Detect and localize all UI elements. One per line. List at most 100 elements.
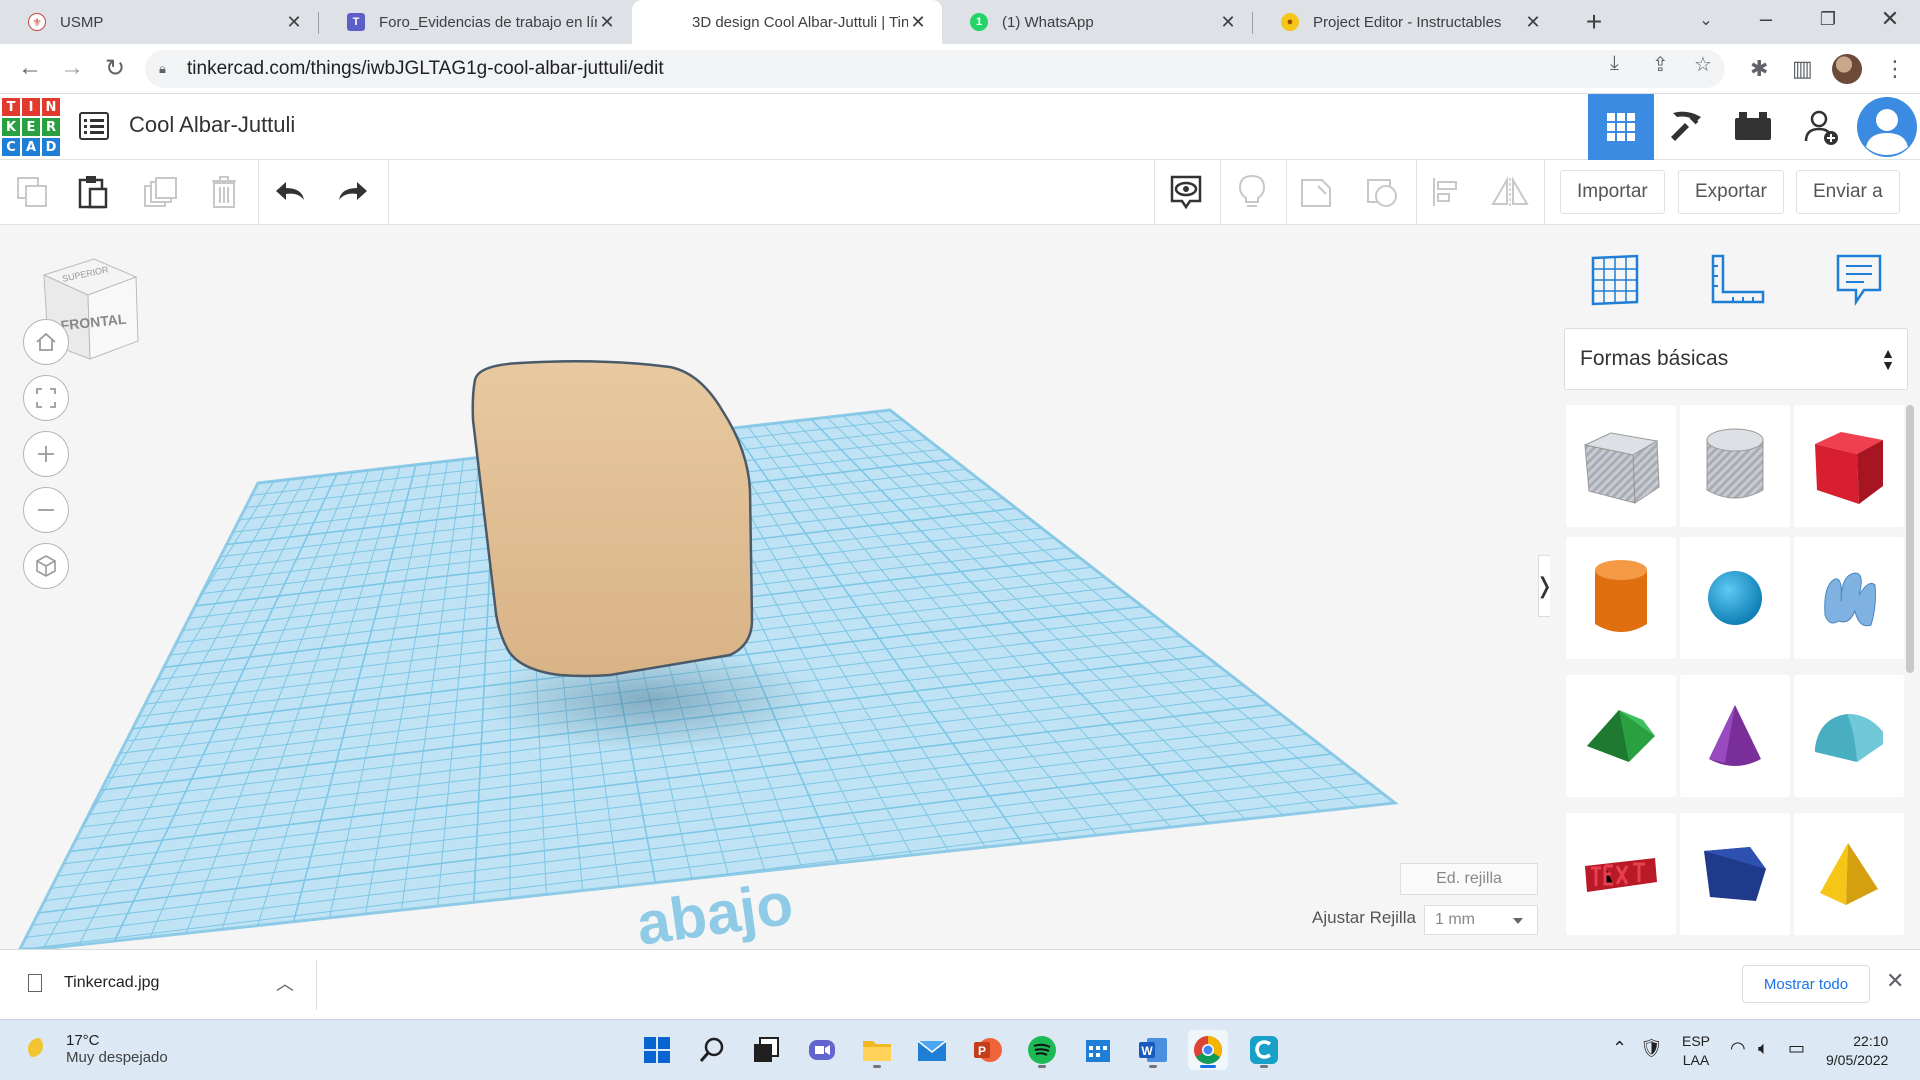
shape-cylinder[interactable]: [1566, 537, 1676, 659]
close-icon[interactable]: ✕: [1218, 12, 1238, 33]
bookmark-star-icon[interactable]: ☆: [1694, 52, 1712, 77]
side-panel-icon[interactable]: ▥: [1792, 56, 1813, 82]
mirror-button[interactable]: [1490, 172, 1530, 212]
weather-widget[interactable]: 17°C Muy despejado: [28, 1032, 168, 1066]
send-to-button[interactable]: Enviar a: [1796, 170, 1900, 214]
input-language[interactable]: ESP LAA: [1682, 1032, 1710, 1070]
restore-button[interactable]: ❐: [1808, 9, 1848, 30]
design-title[interactable]: Cool Albar-Juttuli: [129, 112, 295, 138]
taskbar-spotify[interactable]: [1022, 1030, 1062, 1070]
panel-scrollbar[interactable]: [1906, 405, 1914, 673]
taskbar-mail[interactable]: [912, 1030, 952, 1070]
notes-view-button[interactable]: [1166, 172, 1206, 212]
zoom-in-button[interactable]: [23, 431, 69, 477]
tab-teams-foro[interactable]: T Foro_Evidencias de trabajo en línea ✕: [319, 0, 631, 44]
chrome-menu-icon[interactable]: ⋮: [1884, 56, 1906, 82]
search-button[interactable]: [692, 1030, 732, 1070]
copy-button[interactable]: [12, 172, 52, 212]
paste-button[interactable]: [74, 172, 114, 212]
close-icon[interactable]: ✕: [284, 12, 304, 33]
taskbar-word[interactable]: W: [1133, 1030, 1173, 1070]
taskbar-calendar[interactable]: [1078, 1030, 1118, 1070]
install-app-icon[interactable]: ⤓: [1610, 52, 1619, 75]
omnibox[interactable]: 🔒︎ tinkercad.com/things/iwbJGLTAG1g-cool…: [145, 50, 1725, 88]
taskbar-file-explorer[interactable]: [857, 1030, 897, 1070]
tab-instructables[interactable]: ● Project Editor - Instructables ✕: [1253, 0, 1557, 44]
shape-pyramid[interactable]: [1794, 813, 1904, 935]
shape-cylinder-hole[interactable]: [1680, 405, 1790, 527]
3d-workplane[interactable]: abajo SUPERIOR FRONTAL Ed. rejilla Ajust…: [0, 225, 1550, 949]
wifi-icon[interactable]: ◠: [1730, 1038, 1746, 1059]
shape-scribble[interactable]: [1794, 537, 1904, 659]
shape-round-roof[interactable]: [1794, 675, 1904, 797]
shape-roof[interactable]: [1566, 675, 1676, 797]
taskbar-powerpoint[interactable]: P: [968, 1030, 1008, 1070]
minimize-button[interactable]: –: [1746, 6, 1786, 32]
zoom-out-button[interactable]: [23, 487, 69, 533]
taskbar-teams-chat[interactable]: [802, 1030, 842, 1070]
window-close-button[interactable]: ✕: [1870, 6, 1910, 32]
new-tab-button[interactable]: +: [1578, 6, 1610, 38]
import-button[interactable]: Importar: [1560, 170, 1665, 214]
start-button[interactable]: [637, 1030, 677, 1070]
share-icon[interactable]: ⇪: [1652, 52, 1669, 77]
export-button[interactable]: Exportar: [1678, 170, 1784, 214]
battery-icon[interactable]: ▭: [1788, 1038, 1805, 1059]
shape-sphere[interactable]: [1680, 537, 1790, 659]
extensions-puzzle-icon[interactable]: ✱: [1750, 56, 1768, 82]
redo-button[interactable]: [333, 172, 373, 212]
lego-bricks-button[interactable]: [1720, 94, 1786, 160]
url-text[interactable]: tinkercad.com/things/iwbJGLTAG1g-cool-al…: [187, 58, 664, 80]
forward-button[interactable]: →: [56, 54, 88, 82]
shape-box[interactable]: [1794, 405, 1904, 527]
light-bulb-button[interactable]: [1232, 172, 1272, 212]
undo-button[interactable]: [270, 172, 310, 212]
ruler-tool-button[interactable]: [1702, 245, 1772, 315]
user-avatar-button[interactable]: [1854, 94, 1920, 160]
snap-grid-select[interactable]: 1 mm: [1424, 905, 1538, 935]
3d-view-button[interactable]: [1588, 94, 1654, 160]
reload-button[interactable]: ↻: [99, 54, 131, 83]
group-button[interactable]: [1296, 172, 1336, 212]
task-view-button[interactable]: [746, 1030, 786, 1070]
show-all-button[interactable]: Mostrar todo: [1742, 965, 1870, 1003]
shape-cone[interactable]: [1680, 675, 1790, 797]
edit-grid-button[interactable]: Ed. rejilla: [1400, 863, 1538, 895]
shape-polygon[interactable]: [1680, 813, 1790, 935]
close-download-bar-icon[interactable]: ✕: [1886, 968, 1904, 994]
chevron-up-icon[interactable]: ︿: [276, 970, 294, 996]
volume-icon[interactable]: 🔈︎: [1758, 1038, 1769, 1059]
taskbar-chrome[interactable]: [1188, 1030, 1228, 1070]
profile-avatar[interactable]: [1832, 54, 1862, 84]
close-icon[interactable]: ✕: [908, 12, 928, 33]
tab-search-chevron-icon[interactable]: ⌄: [1686, 10, 1726, 30]
tab-whatsapp[interactable]: 1 (1) WhatsApp ✕: [942, 0, 1252, 44]
shape-category-select[interactable]: Formas básicas ▲ ▼: [1564, 328, 1908, 390]
notes-tool-button[interactable]: [1824, 245, 1894, 315]
ungroup-button[interactable]: [1362, 172, 1402, 212]
invite-user-button[interactable]: [1788, 94, 1854, 160]
design-list-icon[interactable]: [79, 112, 109, 140]
close-icon[interactable]: ✕: [597, 12, 617, 33]
workplane-tool-button[interactable]: [1580, 245, 1650, 315]
download-item[interactable]: Tinkercad.jpg: [28, 974, 159, 992]
back-button[interactable]: ←: [14, 54, 46, 82]
align-button[interactable]: [1426, 172, 1466, 212]
shape-box-hole[interactable]: [1566, 405, 1676, 527]
perspective-button[interactable]: [23, 543, 69, 589]
tab-usmp[interactable]: ⚜ USMP ✕: [0, 0, 318, 44]
collapse-panel-chevron-icon[interactable]: ❭: [1535, 555, 1550, 617]
close-icon[interactable]: ✕: [1523, 12, 1543, 33]
taskbar-teal-app[interactable]: [1244, 1030, 1284, 1070]
minecraft-pickaxe-button[interactable]: [1654, 94, 1720, 160]
home-view-button[interactable]: [23, 319, 69, 365]
security-warning-icon[interactable]: 🛡︎: [1640, 1038, 1663, 1059]
tray-overflow-chevron-icon[interactable]: ⌃: [1612, 1038, 1627, 1059]
tab-tinkercad[interactable]: 3D design Cool Albar-Juttuli | Tinkercad…: [632, 0, 942, 44]
delete-button[interactable]: [204, 172, 244, 212]
tinkercad-logo[interactable]: T I N K E R C A D: [2, 98, 60, 156]
workplane-canvas[interactable]: abajo: [0, 225, 1550, 949]
fit-view-button[interactable]: [23, 375, 69, 421]
shape-text[interactable]: [1566, 813, 1676, 935]
system-clock[interactable]: 22:10 9/05/2022: [1826, 1032, 1888, 1070]
